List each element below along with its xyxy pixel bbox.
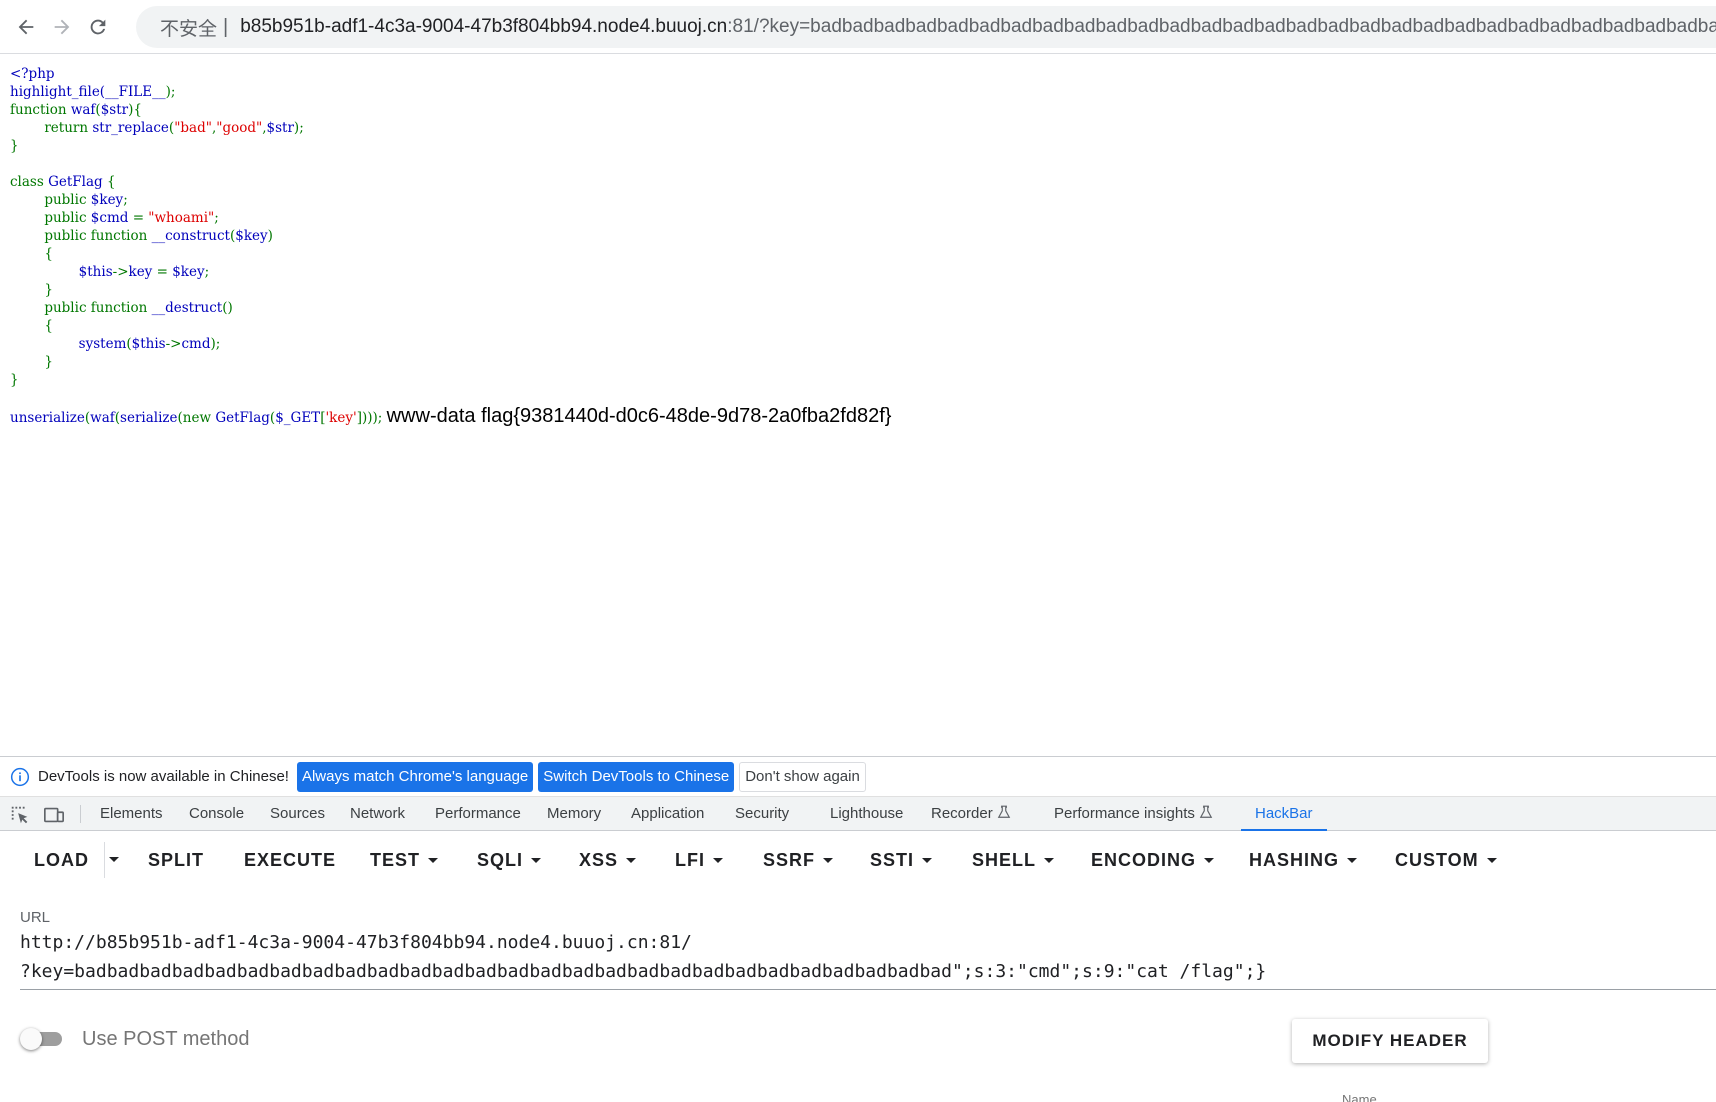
sqli-menu-button[interactable]: SQLI — [477, 842, 542, 878]
shell-label: SHELL — [972, 850, 1037, 870]
load-divider — [104, 842, 105, 878]
execute-button[interactable]: EXECUTE — [244, 842, 336, 878]
experiment-flask-icon — [1199, 805, 1213, 818]
reload-button[interactable] — [80, 9, 116, 45]
caret-down-icon — [626, 858, 637, 863]
caret-down-icon — [922, 858, 933, 863]
reload-icon — [90, 19, 106, 35]
encoding-label: ENCODING — [1091, 850, 1197, 870]
forward-button[interactable] — [44, 9, 80, 45]
ssrf-menu-button[interactable]: SSRF — [763, 842, 834, 878]
test-label: TEST — [370, 850, 421, 870]
lfi-label: LFI — [675, 850, 705, 870]
custom-label: CUSTOM — [1395, 850, 1479, 870]
tab-security[interactable]: Security — [735, 797, 789, 831]
post-method-toggle[interactable] — [20, 1024, 68, 1054]
tab-recorder-label: Recorder — [931, 805, 993, 822]
caret-down-icon — [428, 858, 439, 863]
tab-recorder[interactable]: Recorder — [931, 797, 1011, 831]
url-line-2: ?key=badbadbadbadbadbadbadbadbadbadbadba… — [20, 961, 1267, 982]
always-match-language-button[interactable]: Always match Chrome's language — [296, 761, 534, 792]
caret-down-icon — [1044, 858, 1055, 863]
xss-label: XSS — [579, 850, 619, 870]
caret-down-icon — [1486, 858, 1497, 863]
custom-menu-button[interactable]: CUSTOM — [1395, 842, 1497, 878]
language-infobar: DevTools is now available in Chinese! Al… — [0, 757, 1716, 797]
tab-sources[interactable]: Sources — [270, 797, 325, 831]
hashing-label: HASHING — [1249, 850, 1340, 870]
devtools-tabbar: Elements Console Sources Network Perform… — [0, 797, 1716, 831]
caret-down-icon — [1204, 858, 1215, 863]
tab-hackbar[interactable]: HackBar — [1241, 797, 1327, 831]
tab-performance[interactable]: Performance — [435, 797, 521, 831]
caret-down-icon — [823, 858, 834, 863]
arrow-left-icon — [18, 19, 34, 35]
url-field-label: URL — [20, 909, 51, 926]
url-host: b85b951b-adf1-4c3a-9004-47b3f804bb94.nod… — [240, 16, 728, 37]
post-method-label: Use POST method — [82, 1028, 250, 1050]
tab-console[interactable]: Console — [189, 797, 244, 831]
infobar-message: DevTools is now available in Chinese! — [38, 768, 289, 785]
sqli-label: SQLI — [477, 850, 524, 870]
arrow-right-icon — [54, 19, 70, 35]
hackbar-panel: LOAD SPLIT EXECUTE TEST SQLI XSS LFI SSR… — [0, 832, 1716, 1102]
php-source-code: <?php highlight_file(__FILE__); function… — [10, 66, 892, 427]
switch-to-chinese-button[interactable]: Switch DevTools to Chinese — [538, 761, 735, 792]
caret-down-icon — [1347, 858, 1358, 863]
browser-toolbar: 不安全 | b85b951b-adf1-4c3a-9004-47b3f804bb… — [0, 0, 1716, 54]
url-textarea[interactable]: http://b85b951b-adf1-4c3a-9004-47b3f804b… — [20, 928, 1716, 990]
ssrf-label: SSRF — [763, 850, 816, 870]
lfi-menu-button[interactable]: LFI — [675, 842, 723, 878]
toggle-thumb — [20, 1028, 42, 1050]
tab-performance-insights-label: Performance insights — [1054, 805, 1195, 822]
tabbar-divider — [80, 805, 81, 823]
security-label[interactable]: 不安全 — [160, 14, 217, 41]
ssti-menu-button[interactable]: SSTI — [870, 842, 933, 878]
xss-menu-button[interactable]: XSS — [579, 842, 637, 878]
inspect-element-icon[interactable] — [9, 804, 31, 826]
tab-elements[interactable]: Elements — [100, 797, 163, 831]
ssti-label: SSTI — [870, 850, 915, 870]
split-button[interactable]: SPLIT — [148, 842, 204, 878]
info-icon — [10, 767, 30, 786]
url-line-1: http://b85b951b-adf1-4c3a-9004-47b3f804b… — [20, 932, 692, 953]
address-bar[interactable]: 不安全 | b85b951b-adf1-4c3a-9004-47b3f804bb… — [136, 6, 1716, 48]
load-dropdown-caret-icon[interactable] — [109, 857, 119, 862]
caret-down-icon — [713, 858, 723, 863]
device-toolbar-icon[interactable] — [43, 804, 65, 826]
modify-header-button[interactable]: MODIFY HEADER — [1292, 1019, 1488, 1063]
address-separator: | — [223, 15, 229, 38]
hashing-menu-button[interactable]: HASHING — [1249, 842, 1358, 878]
page-content: <?php highlight_file(__FILE__); function… — [0, 55, 1716, 755]
tab-memory[interactable]: Memory — [547, 797, 601, 831]
dont-show-again-button[interactable]: Don't show again — [739, 761, 866, 792]
command-output: www-data flag{9381440d-d0c6-48de-9d78-2a… — [386, 405, 892, 427]
tab-lighthouse[interactable]: Lighthouse — [830, 797, 903, 831]
caret-down-icon — [531, 858, 542, 863]
encoding-menu-button[interactable]: ENCODING — [1091, 842, 1215, 878]
shell-menu-button[interactable]: SHELL — [972, 842, 1055, 878]
header-name-label: Name — [1342, 1092, 1377, 1102]
tab-performance-insights[interactable]: Performance insights — [1054, 797, 1213, 831]
devtools-panel: DevTools is now available in Chinese! Al… — [0, 756, 1716, 1102]
experiment-flask-icon — [997, 805, 1010, 818]
tab-network[interactable]: Network — [350, 797, 405, 831]
hackbar-toolbar: LOAD SPLIT EXECUTE TEST SQLI XSS LFI SSR… — [0, 832, 1716, 888]
tab-application[interactable]: Application — [631, 797, 704, 831]
back-button[interactable] — [8, 9, 44, 45]
url-path: :81/?key=badbadbadbadbadbadbadbadbadbadb… — [727, 16, 1716, 37]
load-button[interactable]: LOAD — [34, 842, 89, 878]
test-menu-button[interactable]: TEST — [370, 842, 439, 878]
